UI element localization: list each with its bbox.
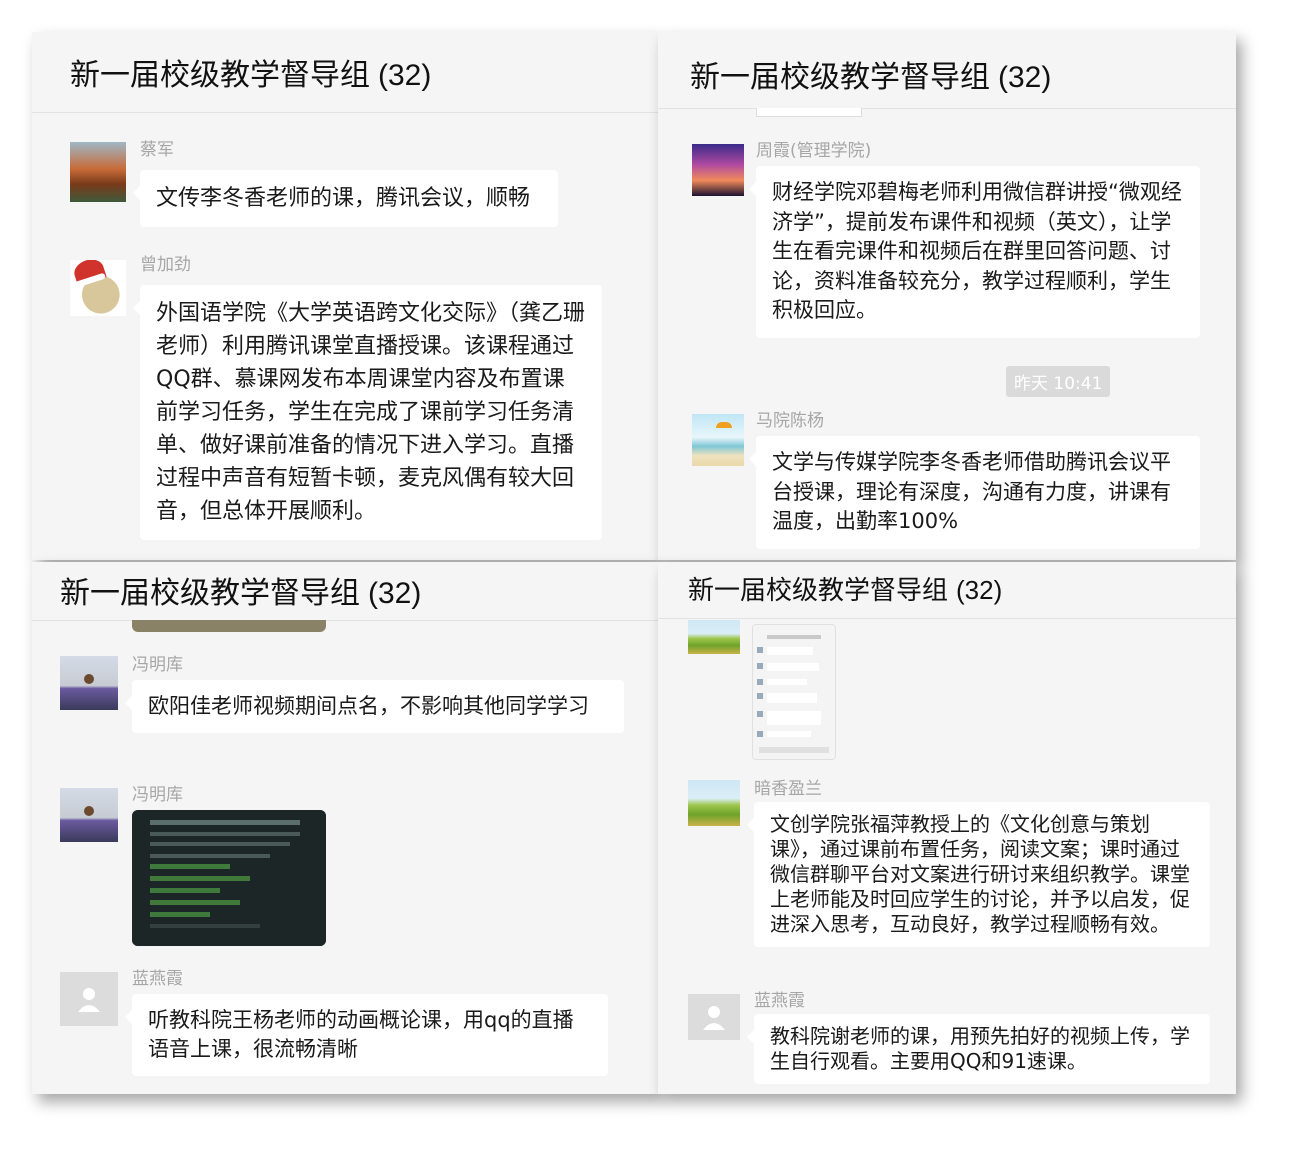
- image-message-fragment[interactable]: [756, 108, 862, 117]
- member-count: (32): [956, 575, 1003, 605]
- message-bubble[interactable]: 听教科院王杨老师的动画概论课，用qq的直播语音上课，很流畅清晰: [125, 994, 608, 1076]
- message-bubble[interactable]: 教科院谢老师的课，用预先拍好的视频上传，学生自行观看。主要用QQ和91速课。: [747, 1014, 1210, 1084]
- avatar[interactable]: [60, 972, 118, 1026]
- group-name: 新一届校级教学督导组: [70, 58, 370, 93]
- screenshot-content-icon: [132, 810, 326, 946]
- chat-panel-4: 新一届校级教学督导组 (32) 暗香盈兰 文创学院张福萍教授上的《文化创意与策划课…: [658, 562, 1236, 1094]
- sender-name: 冯明库: [132, 785, 183, 805]
- message-bubble[interactable]: 文学与传媒学院李冬香老师借助腾讯会议平台授课，理论有深度，沟通有力度，讲课有温度…: [749, 436, 1200, 549]
- timestamp-badge: 昨天 10:41: [1006, 366, 1111, 397]
- chat-panel-3: 新一届校级教学督导组 (32) 冯明库 欧阳佳老师视频期间点名，不影响其他同学学习…: [32, 562, 658, 1094]
- screenshot-content-icon: [753, 625, 835, 759]
- member-count: (32): [378, 59, 432, 92]
- sender-name: 蓝燕霞: [754, 991, 805, 1011]
- avatar[interactable]: [70, 142, 126, 202]
- sender-name: 蓝燕霞: [132, 969, 183, 989]
- message-bubble[interactable]: 财经学院邓碧梅老师利用微信群讲授“微观经济学”，提前发布课件和视频（英文），让学…: [749, 166, 1200, 338]
- group-name: 新一届校级教学督导组: [690, 60, 990, 95]
- sender-name: 蔡军: [140, 140, 174, 160]
- avatar[interactable]: [692, 414, 744, 466]
- group-name: 新一届校级教学督导组: [688, 576, 949, 606]
- message-bubble[interactable]: 欧阳佳老师视频期间点名，不影响其他同学学习: [125, 680, 624, 733]
- group-name: 新一届校级教学督导组: [60, 576, 360, 611]
- avatar[interactable]: [692, 144, 744, 196]
- chat-header: 新一届校级教学督导组 (32): [658, 562, 1236, 619]
- sender-name: 曾加劲: [140, 255, 191, 275]
- avatar[interactable]: [688, 994, 740, 1040]
- member-count: (32): [368, 577, 422, 610]
- default-user-icon: [703, 1006, 725, 1030]
- chat-header: 新一届校级教学督导组 (32): [658, 32, 1236, 109]
- chat-panel-2: 新一届校级教学督导组 (32) 周霞(管理学院) 财经学院邓碧梅老师利用微信群讲授…: [658, 32, 1236, 560]
- image-message-fragment[interactable]: [132, 620, 326, 632]
- avatar[interactable]: [688, 780, 740, 826]
- group-title[interactable]: 新一届校级教学督导组 (32): [70, 50, 431, 94]
- avatar[interactable]: [688, 620, 740, 654]
- sender-name: 周霞(管理学院): [756, 141, 872, 161]
- chat-panel-1: 新一届校级教学督导组 (32) 蔡军 文传李冬香老师的课，腾讯会议，顺畅 曾加劲 …: [32, 32, 658, 560]
- default-user-icon: [78, 988, 100, 1012]
- group-title[interactable]: 新一届校级教学督导组 (32): [690, 52, 1051, 96]
- chat-header: 新一届校级教学督导组 (32): [32, 562, 658, 621]
- message-bubble[interactable]: 文创学院张福萍教授上的《文化创意与策划课》，通过课前布置任务，阅读文案；课时通过…: [747, 802, 1210, 947]
- avatar[interactable]: [60, 788, 118, 842]
- chat-header: 新一届校级教学督导组 (32): [32, 32, 658, 113]
- message-bubble[interactable]: 外国语学院《大学英语跨文化交际》（龚乙珊老师）利用腾讯课堂直播授课。该课程通过Q…: [133, 285, 602, 540]
- avatar[interactable]: [70, 260, 126, 316]
- chat-screenshot-image[interactable]: [752, 624, 836, 760]
- sender-name: 暗香盈兰: [754, 779, 822, 799]
- member-count: (32): [998, 61, 1052, 94]
- screenshot-image-message[interactable]: [132, 810, 326, 946]
- sender-name: 冯明库: [132, 655, 183, 675]
- message-bubble[interactable]: 文传李冬香老师的课，腾讯会议，顺畅: [133, 170, 558, 227]
- group-title[interactable]: 新一届校级教学督导组 (32): [688, 570, 1002, 607]
- group-title[interactable]: 新一届校级教学督导组 (32): [60, 568, 421, 612]
- avatar[interactable]: [60, 656, 118, 710]
- sender-name: 马院陈杨: [756, 411, 824, 431]
